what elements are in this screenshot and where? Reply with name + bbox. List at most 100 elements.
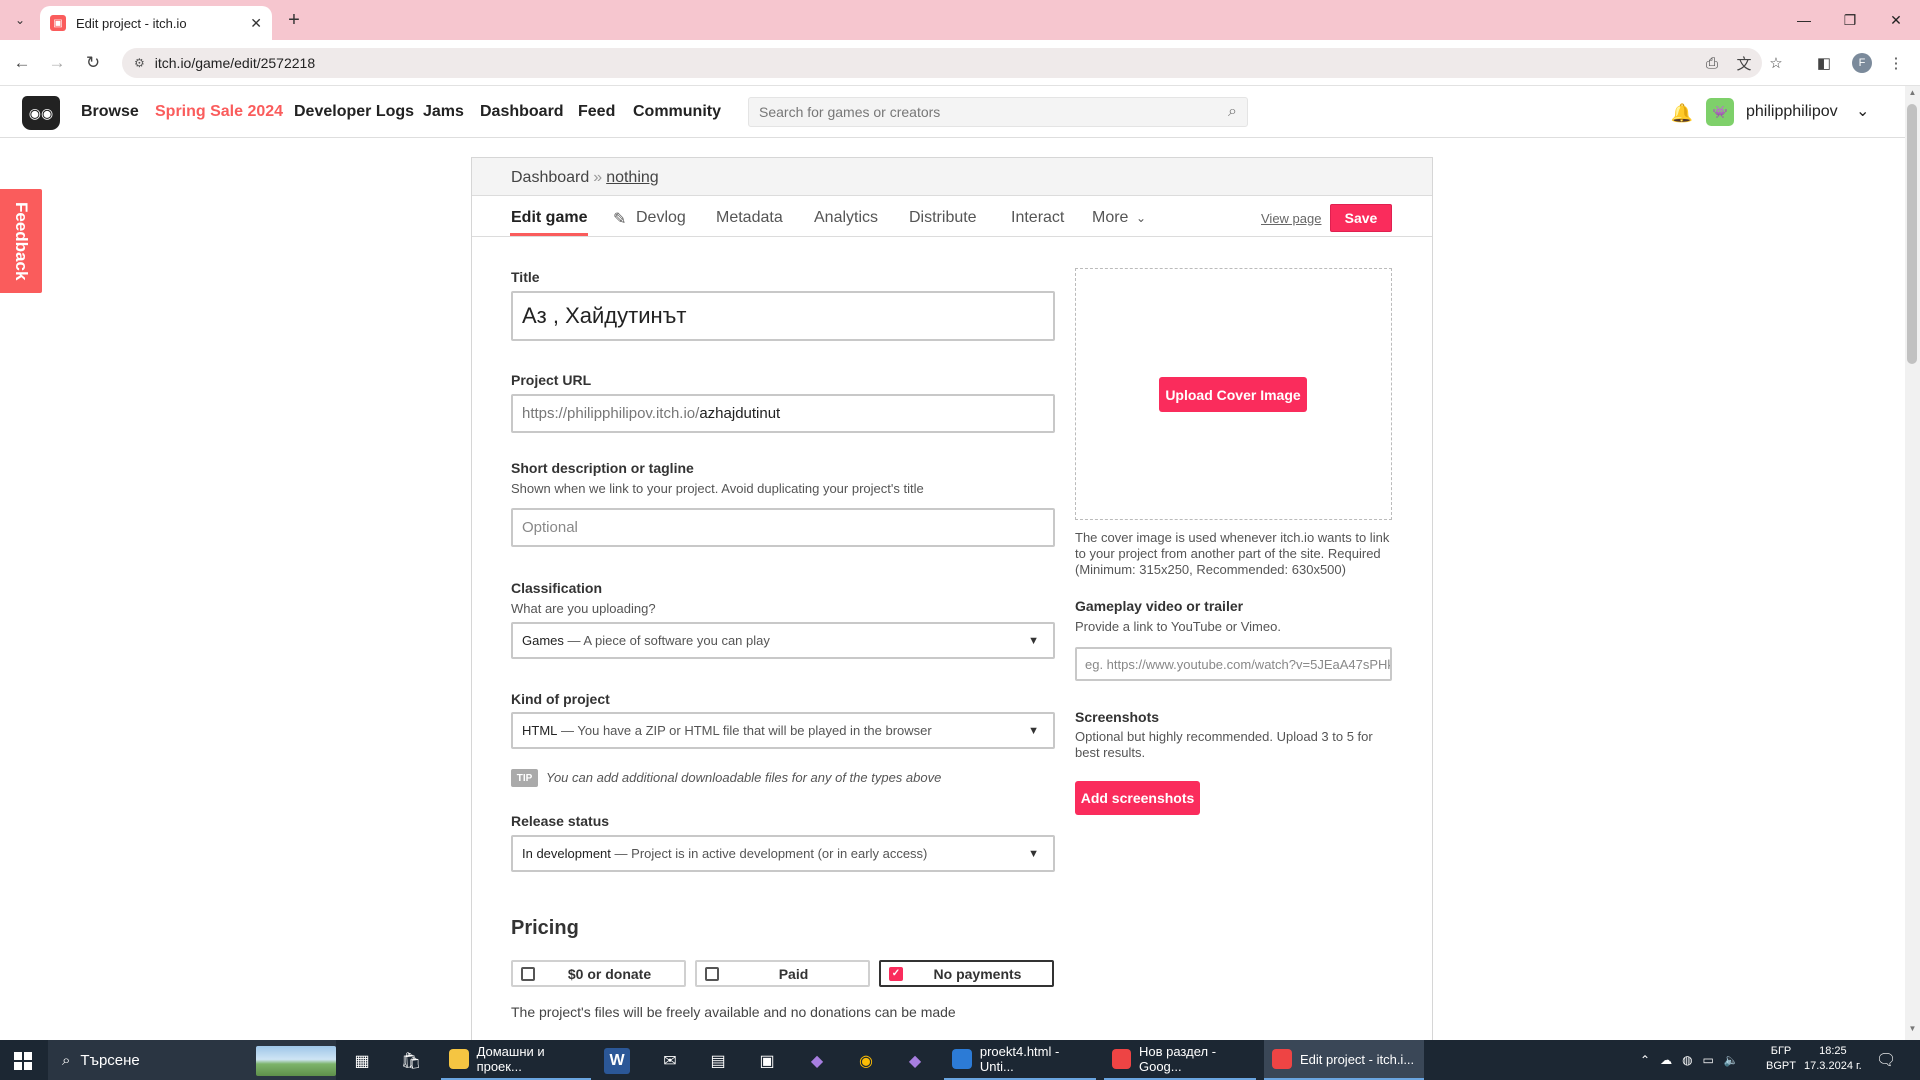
user-avatar[interactable]: 👾 (1706, 98, 1734, 126)
cover-help-text: The cover image is used whenever itch.io… (1075, 530, 1390, 577)
tray-chevron-icon[interactable]: ⌃ (1640, 1053, 1650, 1067)
forward-icon[interactable]: → (45, 51, 69, 75)
taskbar-window-chrome-newtab[interactable]: Нов раздел - Goog... (1104, 1040, 1256, 1080)
tab-edit-game[interactable]: Edit game (511, 209, 587, 227)
chrome-icon (1272, 1049, 1292, 1069)
project-url-input[interactable]: https://philipphilipov.itch.io/azhajduti… (511, 394, 1055, 433)
pricing-option-donate[interactable]: $0 or donate (511, 960, 686, 987)
tab-metadata[interactable]: Metadata (716, 209, 783, 227)
screenshots-hint: Optional but highly recommended. Upload … (1075, 729, 1373, 760)
close-window-icon[interactable]: ✕ (1881, 8, 1911, 32)
back-icon[interactable]: ← (10, 51, 34, 75)
notifications-bell-icon[interactable]: 🔔 (1670, 101, 1694, 125)
classification-select[interactable]: Games — A piece of software you can play… (511, 622, 1055, 659)
language-indicator[interactable]: БГР BGPT (1766, 1044, 1796, 1074)
app-icon[interactable]: ▣ (750, 1046, 784, 1076)
volume-icon[interactable]: 🔈 (1724, 1053, 1739, 1067)
search-icon[interactable]: ⌕ (1228, 103, 1237, 121)
translate-icon[interactable]: 文 (1732, 51, 1756, 75)
breadcrumb: Dashboard» nothing (511, 169, 659, 187)
word-icon[interactable]: W (604, 1048, 630, 1074)
dropdown-arrow-icon: ▼ (1028, 724, 1039, 737)
taskbar-window-explorer[interactable]: Домашни и проек... (441, 1040, 591, 1080)
tab-distribute[interactable]: Distribute (909, 209, 977, 227)
taskbar-window-vscode[interactable]: proekt4.html - Unti... (944, 1040, 1096, 1080)
tagline-input[interactable]: Optional (511, 508, 1055, 547)
feedback-tab[interactable]: Feedback (0, 189, 42, 293)
pricing-option-paid[interactable]: Paid (695, 960, 870, 987)
url-prefix: https://philipphilipov.itch.io/ (522, 405, 700, 422)
upload-cover-button[interactable]: Upload Cover Image (1159, 377, 1307, 412)
classification-label: Classification (511, 580, 603, 596)
tab-search-icon[interactable]: ⌄ (8, 8, 32, 32)
side-panel-icon[interactable]: ◧ (1812, 51, 1836, 75)
nav-jams[interactable]: Jams (423, 103, 464, 121)
tab-analytics[interactable]: Analytics (814, 209, 878, 227)
chevron-down-icon[interactable]: ⌄ (1856, 101, 1869, 121)
pricing-option-no-payments[interactable]: ✓ No payments (879, 960, 1054, 987)
tab-devlog[interactable]: Devlog (636, 209, 686, 227)
bookmark-star-icon[interactable]: ☆ (1764, 51, 1788, 75)
title-input[interactable]: Аз , Хайдутинът (511, 291, 1055, 341)
site-info-icon[interactable]: ⚙ (134, 56, 145, 70)
taskbar-window-label: Нов раздел - Goog... (1138, 1044, 1217, 1074)
network-icon[interactable]: ◍ (1682, 1053, 1692, 1067)
browser-profile-icon[interactable]: F (1852, 53, 1872, 73)
tip-text: You can add additional downloadable file… (546, 770, 942, 785)
nav-browse[interactable]: Browse (81, 103, 139, 121)
taskbar-window-itch[interactable]: Edit project - itch.i... (1264, 1040, 1424, 1080)
browser-menu-icon[interactable]: ⋮ (1884, 51, 1908, 75)
nav-spring-sale[interactable]: Spring Sale 2024 (155, 103, 283, 121)
nav-feed[interactable]: Feed (578, 103, 615, 121)
pricing-option-label: No payments (933, 965, 1022, 982)
notification-center-icon[interactable]: 🗨 (1876, 1050, 1896, 1070)
checked-checkbox-icon: ✓ (889, 966, 903, 981)
site-search-input[interactable]: Search for games or creators ⌕ (748, 97, 1248, 127)
more-chevron-down-icon[interactable]: ⌄ (1136, 211, 1146, 225)
kind-of-project-select[interactable]: HTML — You have a ZIP or HTML file that … (511, 712, 1055, 749)
url-slug[interactable]: azhajdutinut (699, 405, 780, 422)
nav-community[interactable]: Community (633, 103, 721, 121)
minimize-icon[interactable]: — (1789, 8, 1819, 32)
breadcrumb-project[interactable]: nothing (606, 169, 659, 186)
save-button[interactable]: Save (1330, 204, 1392, 232)
scrollbar-thumb[interactable] (1907, 104, 1917, 364)
taskbar-search-text: Търсене (80, 1051, 140, 1069)
search-highlight-image[interactable] (256, 1046, 336, 1076)
chrome-icon[interactable]: ◉ (849, 1046, 883, 1076)
onedrive-icon[interactable]: ☁ (1660, 1053, 1672, 1067)
visual-studio-2-icon[interactable]: ◆ (898, 1046, 932, 1076)
scroll-up-icon[interactable]: ▲ (1905, 88, 1920, 100)
view-page-link[interactable]: View page (1261, 211, 1321, 226)
mail-icon[interactable]: ✉ (653, 1046, 687, 1076)
tab-interact[interactable]: Interact (1011, 209, 1064, 227)
release-status-select[interactable]: In development — Project is in active de… (511, 835, 1055, 872)
restore-icon[interactable]: ❐ (1835, 8, 1865, 32)
video-label: Gameplay video or trailer (1075, 598, 1244, 614)
itch-logo-icon[interactable]: ◉◉ (22, 96, 60, 130)
checkbox-icon (521, 966, 535, 981)
tab-more[interactable]: More (1092, 209, 1128, 227)
reload-icon[interactable]: ↻ (81, 51, 105, 75)
install-app-icon[interactable]: ⎙ (1700, 51, 1724, 75)
visual-studio-icon[interactable]: ◆ (800, 1046, 834, 1076)
add-screenshots-button[interactable]: Add screenshots (1075, 781, 1200, 815)
store-icon[interactable]: 🛍 (394, 1046, 428, 1076)
close-tab-icon[interactable]: ✕ (250, 15, 262, 32)
username[interactable]: philipphilipov (1746, 103, 1838, 121)
scroll-down-icon[interactable]: ▼ (1905, 1024, 1920, 1036)
display-icon[interactable]: ▭ (1703, 1053, 1714, 1067)
nav-developer-logs[interactable]: Developer Logs (294, 103, 414, 121)
project-url-label: Project URL (511, 372, 592, 388)
windows-start-icon[interactable] (14, 1052, 32, 1070)
video-url-input[interactable]: eg. https://www.youtube.com/watch?v=5JEa… (1075, 647, 1392, 681)
calculator-icon[interactable]: ▦ (345, 1046, 379, 1076)
taskbar-clock[interactable]: 18:25 17.3.2024 г. (1804, 1044, 1862, 1074)
active-tab-indicator (510, 233, 588, 236)
files-icon[interactable]: ▤ (701, 1046, 735, 1076)
breadcrumb-dashboard[interactable]: Dashboard (511, 169, 589, 186)
browser-tab[interactable]: ▣ Edit project - itch.io ✕ (40, 6, 272, 40)
address-bar[interactable]: ⚙ itch.io/game/edit/2572218 (122, 48, 1762, 78)
nav-dashboard[interactable]: Dashboard (480, 103, 564, 121)
new-tab-icon[interactable]: + (282, 8, 306, 32)
